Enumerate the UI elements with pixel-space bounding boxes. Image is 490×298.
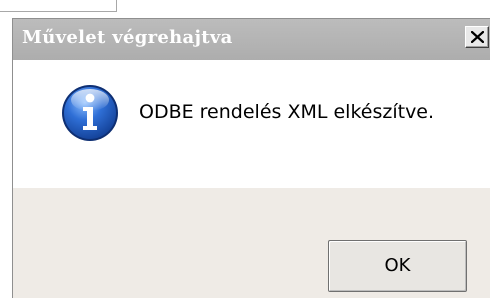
dialog-title: Művelet végrehajtva [22, 27, 233, 48]
screen: Művelet végrehajtva ODBE rendelés XML el… [0, 0, 490, 298]
background-window-edge [116, 0, 117, 12]
ok-button[interactable]: OK [328, 240, 467, 292]
dialog-message: ODBE rendelés XML elkészítve. [139, 101, 435, 123]
message-dialog: Művelet végrehajtva ODBE rendelés XML el… [12, 18, 490, 298]
close-icon [471, 31, 484, 43]
close-button[interactable] [465, 26, 489, 48]
info-icon [62, 85, 118, 141]
dialog-footer: OK [13, 188, 490, 298]
background-window-edge-horizontal [0, 11, 116, 12]
dialog-titlebar[interactable]: Művelet végrehajtva [13, 19, 490, 60]
